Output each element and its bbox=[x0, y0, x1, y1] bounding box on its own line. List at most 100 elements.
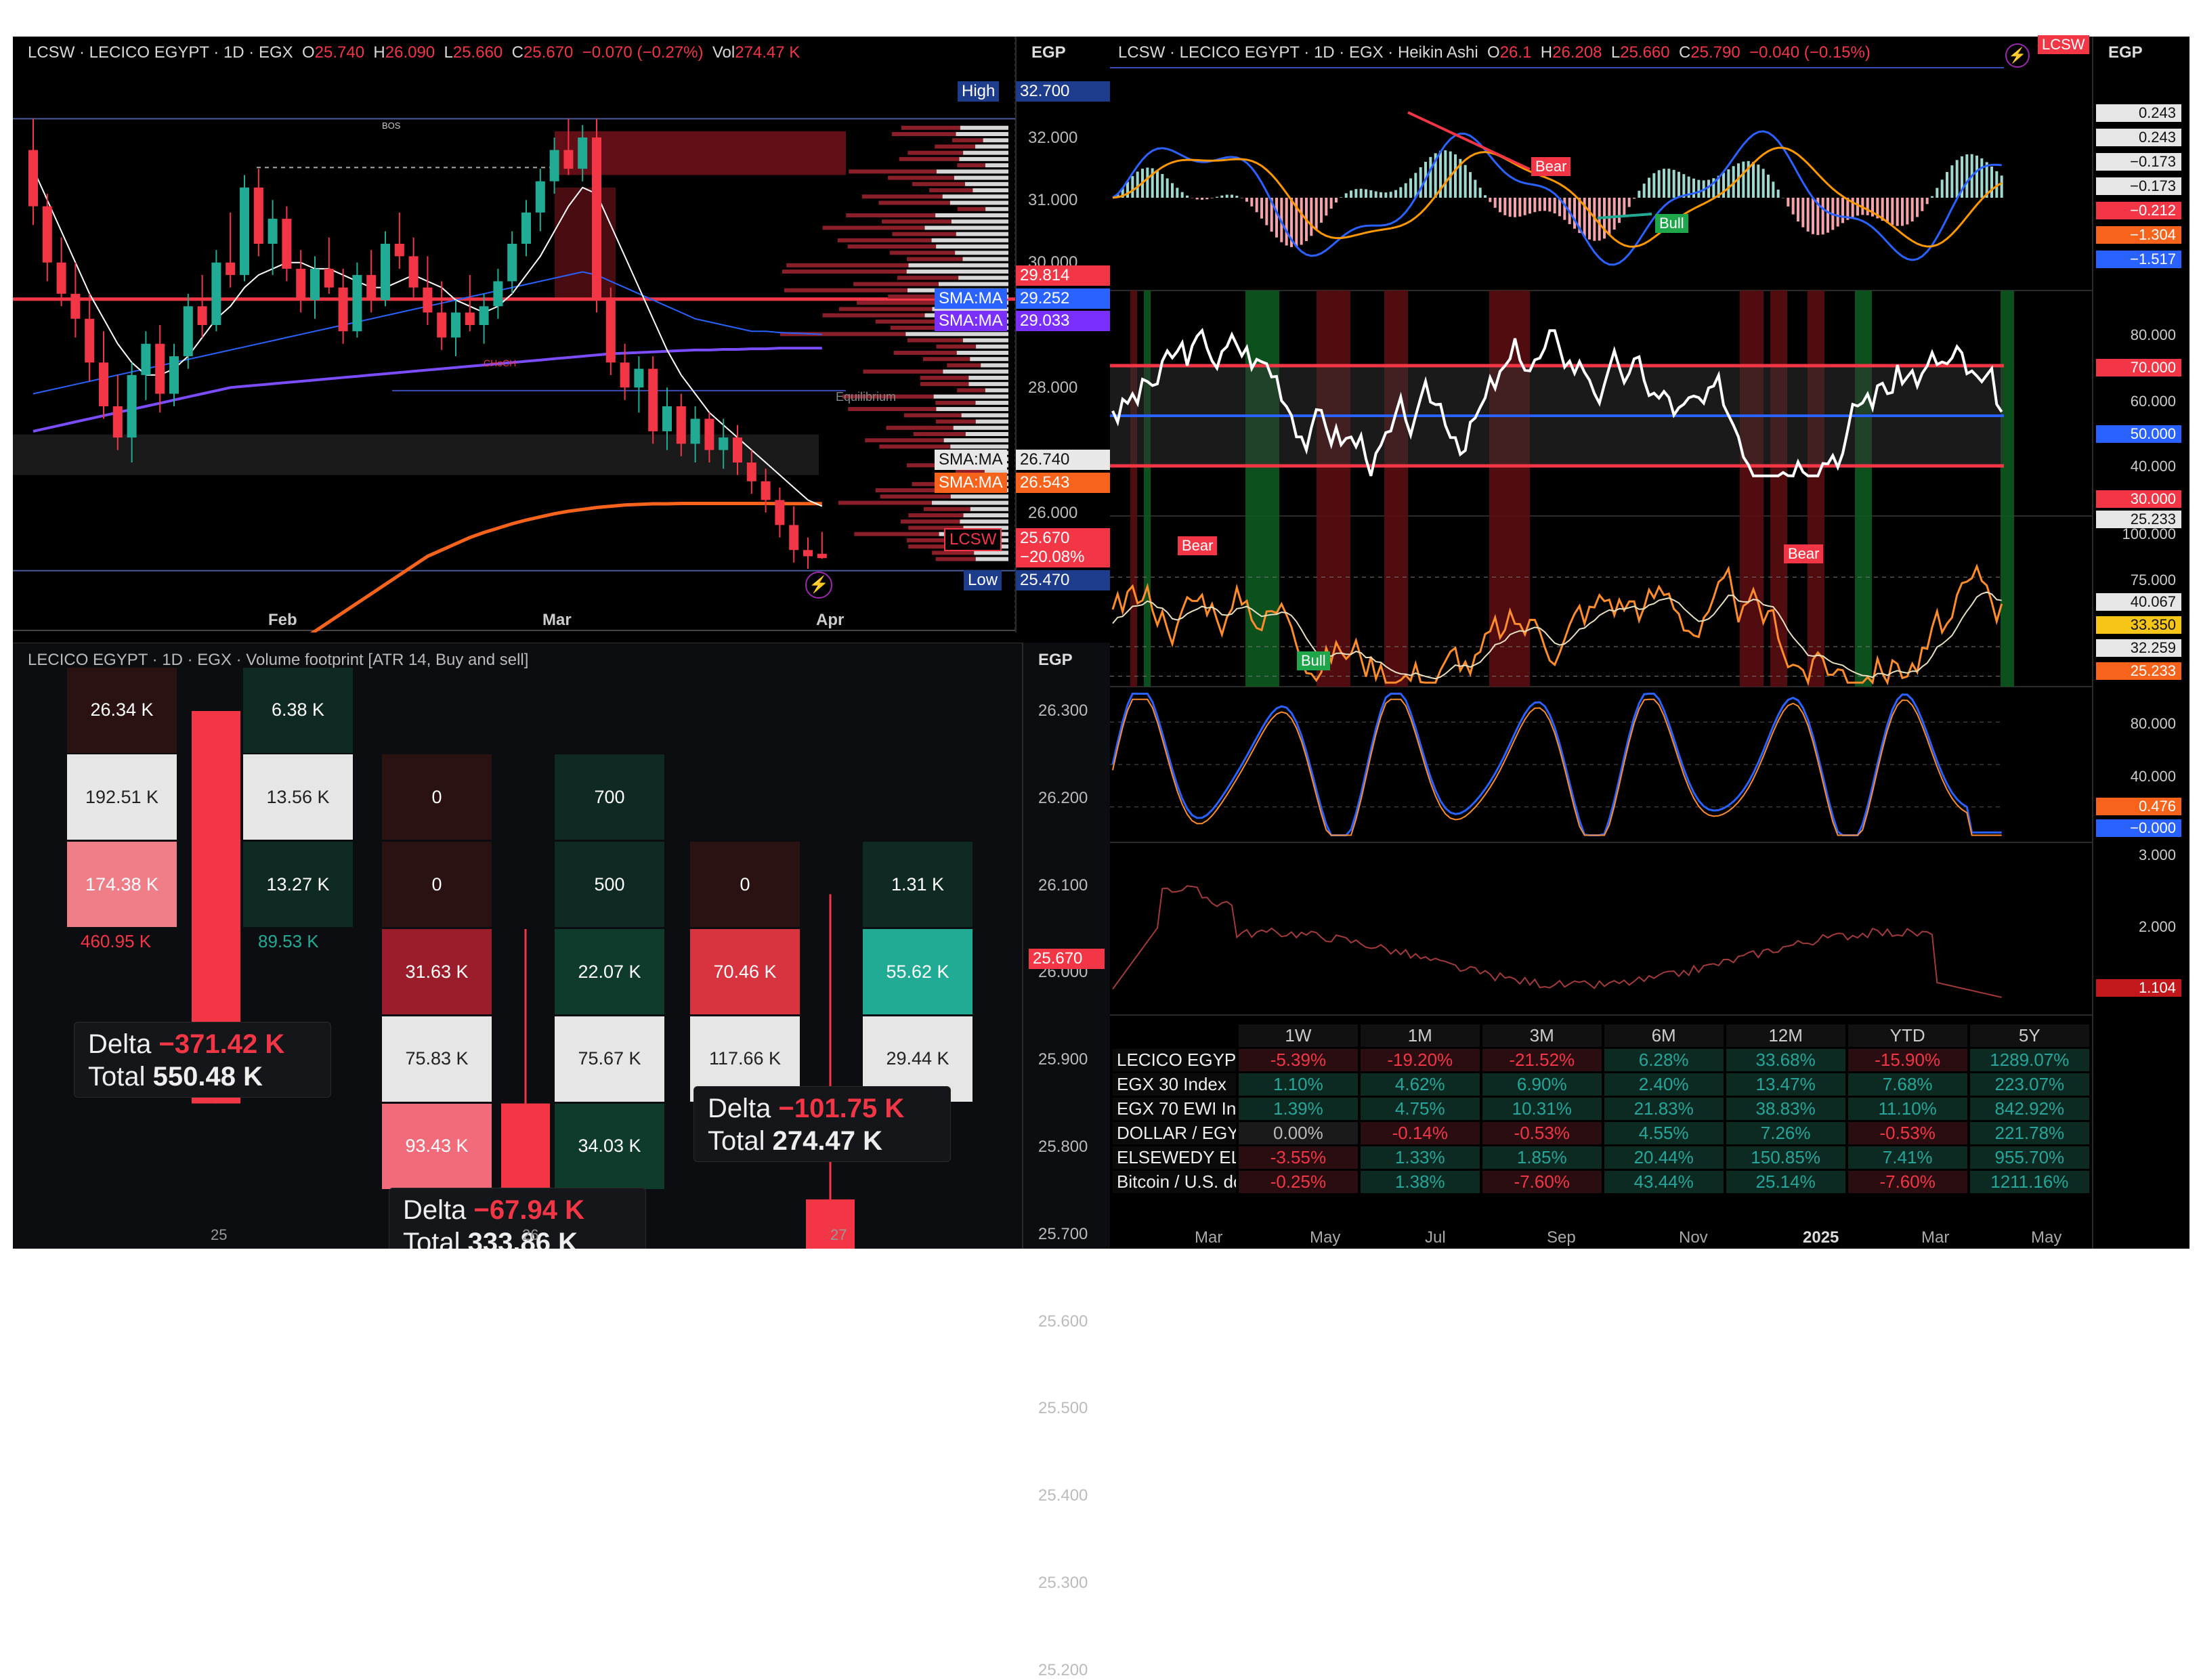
performance-body: LECICO EGYPT-5.39%-19.20%-21.52%6.28%33.… bbox=[1113, 1049, 2089, 1193]
signal-zone bbox=[1808, 290, 1824, 687]
macd-histogram-bar bbox=[1643, 184, 1646, 198]
candle-body bbox=[43, 207, 52, 263]
performance-cell: 33.68% bbox=[1726, 1049, 1845, 1071]
macd-histogram-bar bbox=[1742, 162, 1745, 198]
candle-body bbox=[395, 244, 404, 256]
volume-profile-bar bbox=[907, 257, 963, 261]
performance-cell: 6.90% bbox=[1482, 1073, 1602, 1096]
buy-volume-cell: 13.27 K bbox=[243, 842, 353, 927]
macd-tag: −1.304 bbox=[2096, 226, 2181, 244]
lightning-icon[interactable]: ⚡ bbox=[805, 572, 832, 599]
macd-histogram-bar bbox=[1345, 193, 1348, 198]
x-tick-apr: Apr bbox=[816, 611, 844, 630]
macd-histogram-bar bbox=[1330, 198, 1333, 209]
buy-volume-cell: 34.03 K bbox=[555, 1104, 664, 1189]
volume-profile-bar bbox=[784, 288, 907, 293]
candle-body bbox=[817, 554, 827, 558]
signal-zone bbox=[1489, 290, 1530, 687]
candle-body bbox=[99, 362, 108, 406]
macd-histogram-bar bbox=[1250, 198, 1253, 207]
performance-cell: 10.31% bbox=[1482, 1098, 1602, 1120]
performance-cell: 7.26% bbox=[1726, 1122, 1845, 1144]
choch-label: CHoCH bbox=[484, 358, 516, 368]
volume-profile-bar bbox=[882, 219, 952, 223]
performance-cell: 223.07% bbox=[1970, 1073, 2089, 1096]
volume-profile-bar bbox=[943, 194, 1008, 198]
performance-row-name: EGX 30 Index bbox=[1113, 1073, 1236, 1096]
buy-volume-cell: 500 bbox=[555, 842, 664, 927]
macd-histogram-bar bbox=[1822, 198, 1824, 234]
volume-profile-bar bbox=[932, 501, 1008, 505]
volume-profile-bar bbox=[968, 376, 1008, 380]
performance-corner bbox=[1113, 1025, 1236, 1047]
macd-histogram-bar bbox=[1136, 171, 1139, 198]
footprint-price-tick: 26.200 bbox=[1038, 789, 1088, 808]
macd-histogram-bar bbox=[1390, 192, 1392, 198]
volume-label: Vol bbox=[712, 43, 735, 62]
performance-cell: -0.14% bbox=[1361, 1122, 1480, 1144]
x-tick-mar-2: Mar bbox=[1921, 1228, 1949, 1247]
signal-zone bbox=[1770, 290, 1787, 687]
volume-profile-bar bbox=[849, 169, 937, 173]
volume-profile-bar bbox=[862, 194, 943, 198]
main-currency-label[interactable]: EGP bbox=[1031, 43, 1066, 62]
macd-histogram-bar bbox=[1518, 198, 1521, 217]
ha-open-label: O bbox=[1487, 43, 1500, 62]
change-value: −0.070 (−0.27%) bbox=[582, 43, 704, 62]
volume-profile-bar bbox=[950, 200, 1008, 204]
volume-profile-bar bbox=[962, 413, 1008, 417]
macd-histogram-bar bbox=[1524, 198, 1526, 215]
ha-high-label: H bbox=[1541, 43, 1552, 62]
trading-screen: LCSW · LECICO EGYPT · 1D · EGX O25.740 H… bbox=[13, 37, 2188, 1249]
x-tick-mar: Mar bbox=[542, 611, 572, 630]
macd-histogram-bar bbox=[1757, 165, 1759, 198]
performance-cell: -7.60% bbox=[1848, 1171, 1967, 1193]
sma-slow-line bbox=[33, 348, 822, 431]
volume-profile-bar bbox=[901, 126, 960, 130]
volume-profile-bar bbox=[973, 188, 1008, 192]
indicators-price-scale[interactable]: EGP 0.2430.243−0.173−0.173−0.212−1.304−1… bbox=[2092, 37, 2189, 1249]
volume-profile-bar bbox=[985, 163, 1008, 167]
macd-histogram-bar bbox=[1494, 198, 1497, 208]
macd-histogram-bar bbox=[1350, 190, 1352, 198]
footprint-price-tick: 25.300 bbox=[1038, 1574, 1088, 1593]
volume-profile-bar bbox=[954, 176, 1008, 180]
macd-tag: −0.173 bbox=[2096, 153, 2181, 171]
volume-profile-bar bbox=[894, 351, 957, 355]
indicators-currency-label[interactable]: EGP bbox=[2108, 43, 2143, 62]
footprint-chart[interactable]: LECICO EGYPT · 1D · EGX · Volume footpri… bbox=[13, 643, 1022, 1249]
sell-volume-cell: 0 bbox=[690, 842, 800, 927]
performance-cell: 6.28% bbox=[1604, 1049, 1724, 1071]
macd-histogram-bar bbox=[1479, 188, 1482, 198]
candle-body bbox=[451, 313, 461, 338]
performance-cell: 1.38% bbox=[1361, 1171, 1480, 1193]
volume-profile-bar bbox=[975, 144, 1008, 148]
footprint-currency-label[interactable]: EGP bbox=[1038, 651, 1073, 670]
macd-histogram-bar bbox=[1181, 192, 1184, 198]
macd-histogram-bar bbox=[1429, 157, 1432, 198]
main-price-chart[interactable]: LCSW · LECICO EGYPT · 1D · EGX O25.740 H… bbox=[13, 37, 1015, 632]
signal-zone bbox=[1855, 290, 1872, 687]
low-value: 25.660 bbox=[453, 43, 503, 62]
footprint-price-scale[interactable]: EGP 26.30026.20026.10026.00025.90025.800… bbox=[1022, 643, 1111, 1249]
candle-body bbox=[606, 300, 616, 362]
volume-profile-bar bbox=[957, 388, 985, 392]
indicators-panel[interactable]: LCSW · LECICO EGYPT · 1D · EGX · Heikin … bbox=[1110, 37, 2092, 1249]
performance-cell: -19.20% bbox=[1361, 1049, 1480, 1071]
performance-cell: -0.53% bbox=[1482, 1122, 1602, 1144]
volume-profile-bar bbox=[912, 182, 965, 186]
total-label: Total bbox=[708, 1126, 765, 1156]
macd-histogram-bar bbox=[1394, 190, 1397, 198]
performance-cell: 0.00% bbox=[1239, 1122, 1358, 1144]
macd-histogram-bar bbox=[1369, 190, 1372, 198]
macd-histogram-bar bbox=[1419, 167, 1422, 198]
macd-histogram-bar bbox=[1399, 187, 1402, 198]
sell-volume-cell: 70.46 K bbox=[690, 929, 800, 1014]
last-price-tag-label: LCSW bbox=[944, 528, 1002, 551]
volume-profile-bar bbox=[955, 251, 1008, 255]
main-chart-svg bbox=[13, 37, 1015, 632]
ha-lightning-icon[interactable]: ⚡ bbox=[2005, 43, 2030, 68]
volume-profile-bar bbox=[923, 357, 970, 361]
volume-profile-bar bbox=[959, 157, 1008, 161]
price-tick-32: 32.000 bbox=[1028, 129, 1077, 148]
